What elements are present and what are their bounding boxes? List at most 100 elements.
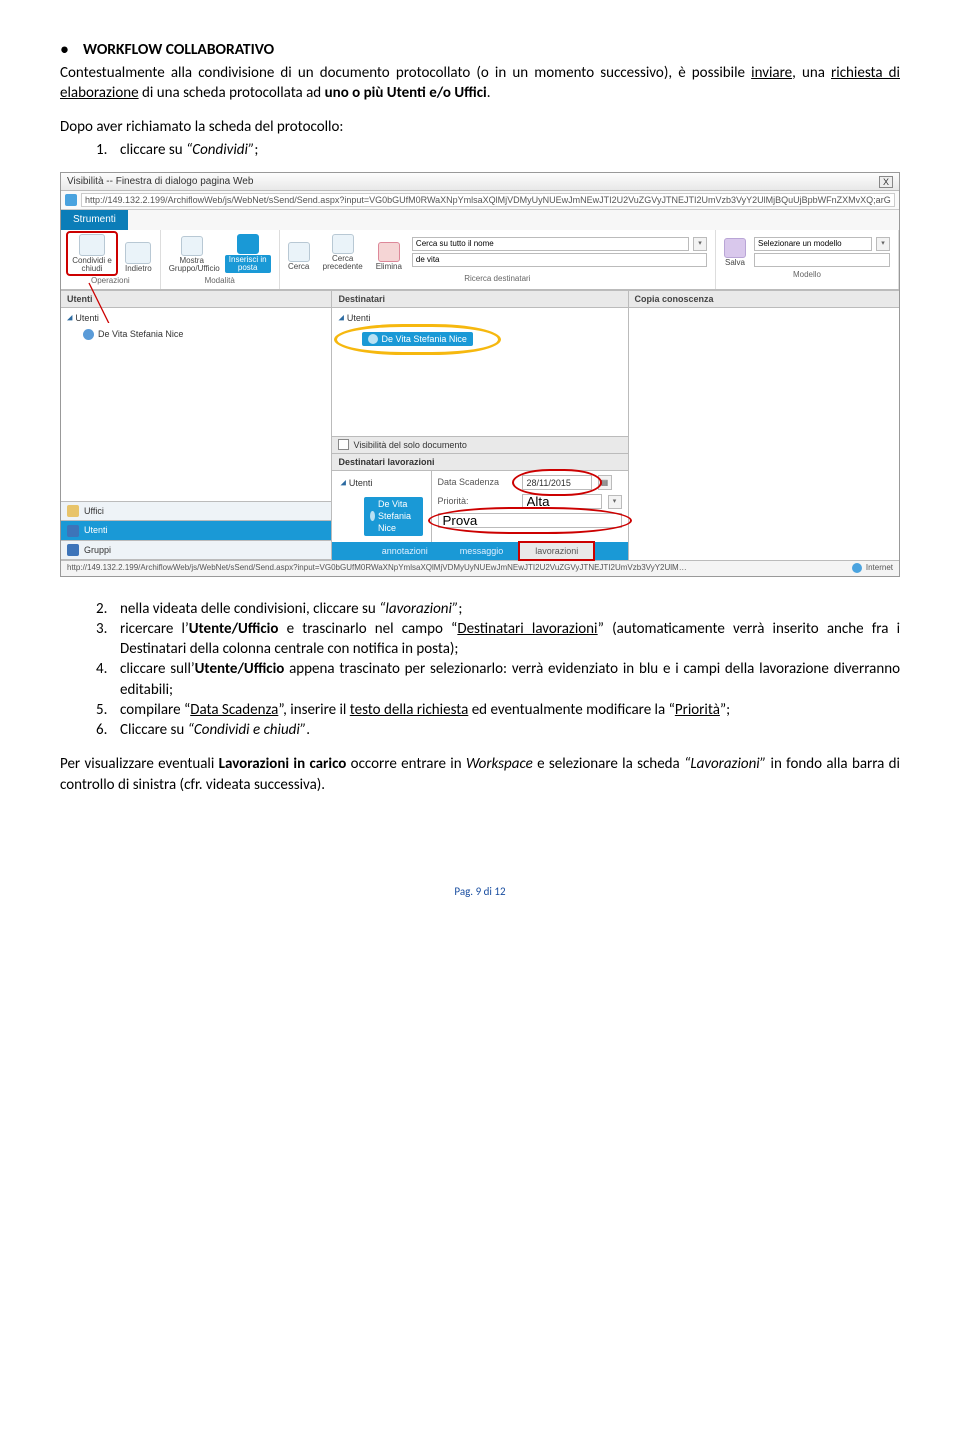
prio-label: Priorità: bbox=[438, 495, 516, 507]
dest-chip-text: De Vita Stefania Nice bbox=[381, 333, 466, 345]
destlav-chip-text: De Vita Stefania Nice bbox=[378, 498, 417, 534]
ce: e selezionare la scheda bbox=[533, 755, 684, 773]
vis-only-checkbox[interactable] bbox=[338, 439, 349, 450]
side-gruppi-lbl: Gruppi bbox=[84, 544, 111, 556]
s5c: ”, inserire il bbox=[278, 701, 349, 719]
group-modalita-label: Modalità bbox=[205, 276, 235, 287]
step-3: 3. ricercare l’Utente/Ufficio e trascina… bbox=[96, 619, 900, 660]
page-footer: Pag. 9 di 12 bbox=[60, 885, 900, 900]
status-url: http://149.132.2.199/ArchiflowWeb/js/Web… bbox=[67, 563, 687, 574]
url-input[interactable] bbox=[81, 193, 895, 207]
utente-item[interactable]: De Vita Stefania Nice bbox=[98, 328, 183, 340]
s1b: “Condividi” bbox=[186, 141, 254, 159]
chevron-down-icon[interactable]: ▾ bbox=[693, 237, 707, 251]
s6a: Cliccare su bbox=[120, 721, 188, 739]
s3c: e trascinarlo nel campo “ bbox=[278, 620, 457, 638]
ribbon-group-ricerca: Cerca Cerca precedente Elimina ▾ Ricerca… bbox=[280, 230, 716, 289]
mostra-gruppo-button[interactable]: Mostra Gruppo/Ufficio bbox=[169, 236, 215, 273]
highlight-red-icon bbox=[438, 513, 622, 528]
indietro-label: Indietro bbox=[125, 265, 152, 273]
user-icon bbox=[370, 511, 375, 521]
col-destinatari: Destinatari ◢ Utenti De Vita Stefania Nic… bbox=[332, 291, 628, 560]
highlight-ring-icon: De Vita Stefania Nice bbox=[362, 332, 472, 347]
ribbon-tab-strumenti[interactable]: Strumenti bbox=[61, 210, 128, 230]
group-operazioni-label: Operazioni bbox=[91, 276, 130, 287]
salva-lbl: Salva bbox=[725, 259, 745, 267]
highlight-red-icon: 28/11/2015 bbox=[522, 475, 592, 490]
intro-b1: uno o più Utenti e/o Uffici bbox=[325, 84, 487, 102]
cd: Workspace bbox=[466, 755, 533, 773]
condividi-label: Condividi e chiudi bbox=[69, 257, 115, 273]
destlav-chip[interactable]: De Vita Stefania Nice bbox=[364, 497, 422, 535]
tab-lavorazioni[interactable]: lavorazioni bbox=[519, 542, 594, 560]
text-row bbox=[438, 513, 622, 528]
s5b: Data Scadenza bbox=[190, 701, 278, 719]
data-scad-label: Data Scadenza bbox=[438, 476, 516, 488]
step-1: 1. cliccare su “Condividi”; bbox=[96, 140, 900, 160]
intro-u1: inviare bbox=[751, 64, 792, 82]
search-input[interactable] bbox=[412, 253, 707, 267]
s6c: . bbox=[306, 721, 310, 739]
cf: “Lavorazioni” bbox=[684, 755, 766, 773]
chevron-down-icon[interactable]: ▾ bbox=[608, 495, 622, 509]
tab-annotazioni[interactable]: annotazioni bbox=[366, 542, 444, 560]
tree-toggle-icon[interactable]: ◢ bbox=[338, 312, 343, 324]
s4n: 4. bbox=[96, 659, 120, 700]
side-tab-gruppi[interactable]: Gruppi bbox=[61, 541, 331, 560]
s2b: “lavorazioni” bbox=[379, 600, 458, 618]
user-icon bbox=[67, 525, 79, 537]
cerca-precedente-button[interactable]: Cerca precedente bbox=[320, 234, 366, 271]
dialog-titlebar: Visibilità -- Finestra di dialogo pagina… bbox=[61, 173, 899, 192]
step-1-text: cliccare su “Condividi”; bbox=[120, 140, 900, 160]
s3b: Utente/Ufficio bbox=[189, 620, 279, 638]
favicon-icon bbox=[65, 194, 77, 206]
s3t: ricercare l’Utente/Ufficio e trascinarlo… bbox=[120, 619, 900, 660]
globe-icon bbox=[852, 563, 862, 573]
instr-lead: Dopo aver richiamato la scheda del proto… bbox=[60, 117, 900, 137]
s3d: Destinatari lavorazioni bbox=[457, 620, 597, 638]
condividi-e-chiudi-button[interactable]: Condividi e chiudi bbox=[69, 234, 115, 273]
s5e: ed eventualmente modificare la “ bbox=[468, 701, 675, 719]
group-modello-label: Modello bbox=[793, 270, 821, 281]
tree-toggle-icon[interactable]: ◢ bbox=[340, 477, 345, 489]
model-name-input[interactable] bbox=[754, 253, 890, 267]
s2c: ; bbox=[458, 600, 462, 618]
s5g: ”; bbox=[720, 701, 730, 719]
closing-paragraph: Per visualizzare eventuali Lavorazioni i… bbox=[60, 754, 900, 795]
utenti-root[interactable]: Utenti bbox=[75, 312, 99, 324]
inserisci-posta-button[interactable]: Inserisci in posta bbox=[225, 234, 271, 273]
elimina-button[interactable]: Elimina bbox=[376, 242, 402, 271]
dest-chip[interactable]: De Vita Stefania Nice bbox=[362, 332, 472, 346]
user-icon bbox=[83, 329, 94, 340]
data-scadenza-row: Data Scadenza 28/11/2015 ▦ bbox=[438, 475, 622, 490]
cb: Lavorazioni in carico bbox=[219, 755, 347, 773]
indietro-button[interactable]: Indietro bbox=[125, 242, 152, 273]
chevron-down-icon[interactable]: ▾ bbox=[876, 237, 890, 251]
tree-toggle-icon[interactable]: ◢ bbox=[67, 312, 72, 324]
status-net-text: Internet bbox=[866, 563, 893, 574]
col-dest-hdr: Destinatari bbox=[332, 291, 627, 308]
side-tab-uffici[interactable]: Uffici bbox=[61, 502, 331, 521]
dest-root[interactable]: Utenti bbox=[347, 312, 371, 324]
step-6: 6. Cliccare su “Condividi e chiudi”. bbox=[96, 720, 900, 740]
tab-messaggio[interactable]: messaggio bbox=[444, 542, 520, 560]
search-scope-select[interactable] bbox=[412, 237, 689, 251]
cerca-button[interactable]: Cerca bbox=[288, 242, 310, 271]
salva-button[interactable]: Salva bbox=[724, 238, 746, 267]
intro-t2: , una bbox=[792, 64, 831, 82]
model-select[interactable] bbox=[754, 237, 872, 251]
ca: Per visualizzare eventuali bbox=[60, 755, 219, 773]
side-tab-utenti[interactable]: Utenti bbox=[61, 521, 331, 540]
bottom-tabs: annotazioni messaggio lavorazioni bbox=[332, 542, 627, 560]
group-icon bbox=[67, 544, 79, 556]
s4t: cliccare sull’Utente/Ufficio appena tras… bbox=[120, 659, 900, 700]
s1c: ; bbox=[254, 141, 258, 159]
elimina-lbl: Elimina bbox=[376, 263, 402, 271]
close-icon[interactable]: X bbox=[879, 176, 893, 188]
vis-only-label: Visibilità del solo documento bbox=[353, 439, 466, 451]
s5t: compilare “Data Scadenza”, inserire il t… bbox=[120, 700, 900, 720]
status-net: Internet bbox=[852, 563, 893, 574]
destlav-root[interactable]: Utenti bbox=[349, 477, 373, 489]
request-text-input[interactable] bbox=[438, 513, 622, 528]
data-scad-value[interactable]: 28/11/2015 bbox=[522, 475, 592, 490]
